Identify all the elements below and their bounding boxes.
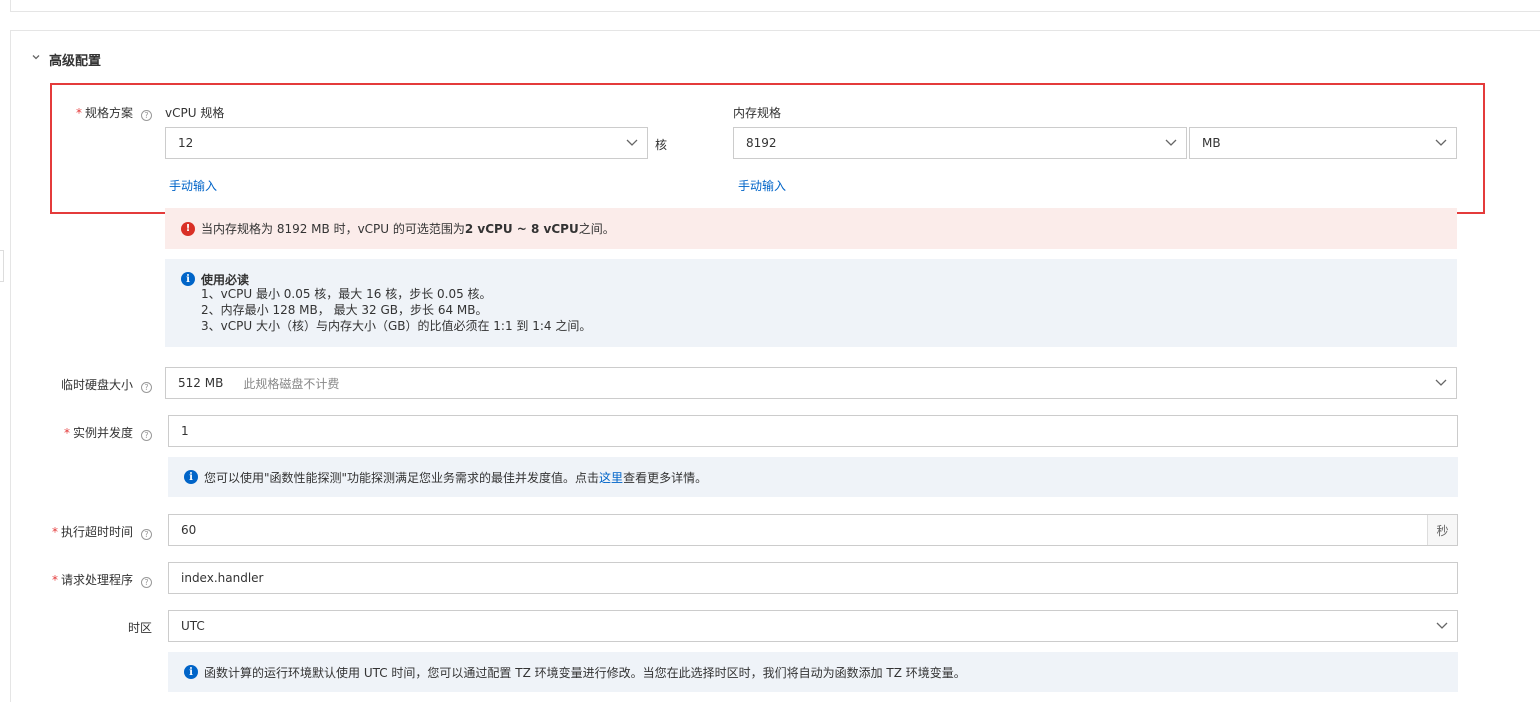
vcpu-manual-input-link[interactable]: 手动输入 (169, 177, 217, 194)
notice-line: 1、vCPU 最小 0.05 核，最大 16 核，步长 0.05 核。 (201, 287, 492, 301)
chevron-down-icon[interactable] (31, 52, 41, 65)
concurrency-here-link[interactable]: 这里 (599, 469, 623, 486)
timezone-label: 时区 (127, 621, 152, 635)
error-range: 2 vCPU ~ 8 vCPU (464, 221, 579, 236)
error-prefix: 当内存规格为 8192 MB 时，vCPU 的可选范围为 (201, 222, 465, 236)
concurrency-input[interactable]: 1 (168, 415, 1458, 447)
timezone-select[interactable]: UTC (168, 610, 1458, 642)
question-circle-icon[interactable]: ? (141, 382, 152, 393)
timeout-input[interactable]: 60 秒 (168, 514, 1458, 546)
timezone-value: UTC (181, 619, 205, 633)
timeout-value: 60 (181, 523, 197, 537)
disk-hint: 此规格磁盘不计费 (243, 376, 340, 391)
concurrency-label-row: * 实例并发度? (40, 424, 152, 441)
required-mark: * (63, 426, 70, 440)
previous-section-card (10, 0, 1540, 12)
timeout-label: 执行超时时间 (60, 525, 133, 539)
handler-label: 请求处理程序 (60, 573, 133, 587)
notice-line: 3、vCPU 大小（核）与内存大小（GB）的比值必须在 1:1 到 1:4 之间… (201, 319, 592, 333)
question-circle-icon[interactable]: ? (141, 529, 152, 540)
question-circle-icon[interactable]: ? (141, 110, 152, 121)
spec-error-alert: ! 当内存规格为 8192 MB 时，vCPU 的可选范围为 2 vCPU ~ … (165, 208, 1457, 249)
notice-line: 2、内存最小 128 MB， 最大 32 GB，步长 64 MB。 (201, 303, 488, 317)
required-mark: * (51, 525, 58, 539)
chevron-down-icon (626, 139, 638, 146)
chevron-down-icon (1165, 139, 1177, 146)
vcpu-select[interactable]: 12 (165, 127, 648, 159)
memory-label: 内存规格 (733, 106, 782, 120)
handler-label-row: * 请求处理程序? (40, 571, 152, 588)
vcpu-value: 12 (178, 136, 194, 150)
question-circle-icon[interactable]: ? (141, 430, 152, 441)
memory-unit-value: MB (1202, 136, 1221, 150)
concurrency-value: 1 (181, 424, 189, 438)
notice-title: 使用必读 (201, 272, 250, 287)
spec-label-row: * 规格方案? (60, 104, 152, 121)
handler-value: index.handler (181, 571, 264, 585)
concurrency-info-suffix: 查看更多详情。 (623, 470, 708, 485)
required-mark: * (51, 573, 58, 587)
chevron-down-icon (1435, 139, 1447, 146)
timeout-label-row: * 执行超时时间? (40, 523, 152, 540)
concurrency-label: 实例并发度 (72, 426, 133, 440)
disk-label-row: 临时硬盘大小? (40, 376, 152, 393)
advanced-config-header[interactable]: 高级配置 (11, 31, 1540, 87)
disk-select[interactable]: 512 MB 此规格磁盘不计费 (165, 367, 1457, 399)
usage-notice: i 使用必读 1、vCPU 最小 0.05 核，最大 16 核，步长 0.05 … (165, 259, 1457, 347)
timezone-info-text: 函数计算的运行环境默认使用 UTC 时间，您可以通过配置 TZ 环境变量进行修改… (204, 665, 966, 680)
spec-label: 规格方案 (84, 106, 133, 120)
section-title: 高级配置 (49, 53, 102, 69)
error-suffix: 之间。 (578, 222, 615, 236)
memory-unit-select[interactable]: MB (1189, 127, 1457, 159)
side-scroll-handle[interactable] (0, 250, 4, 282)
question-circle-icon[interactable]: ? (141, 577, 152, 588)
timezone-label-row: 时区 (40, 619, 152, 636)
chevron-down-icon (1436, 622, 1448, 629)
timeout-unit: 秒 (1427, 515, 1457, 545)
memory-value: 8192 (746, 136, 777, 150)
notice-title-row: i 使用必读 (181, 272, 1457, 287)
info-circle-icon: i (181, 272, 195, 286)
timezone-info: i 函数计算的运行环境默认使用 UTC 时间，您可以通过配置 TZ 环境变量进行… (168, 652, 1458, 692)
concurrency-info: i 您可以使用"函数性能探测"功能探测满足您业务需求的最佳并发度值。点击 这里 查看… (168, 457, 1458, 497)
memory-select[interactable]: 8192 (733, 127, 1187, 159)
disk-label: 临时硬盘大小 (60, 378, 133, 392)
vcpu-unit: 核 (655, 138, 668, 152)
handler-input[interactable]: index.handler (168, 562, 1458, 594)
vcpu-label: vCPU 规格 (165, 106, 225, 120)
disk-value: 512 MB (178, 376, 224, 390)
concurrency-info-prefix: 您可以使用"函数性能探测"功能探测满足您业务需求的最佳并发度值。点击 (204, 470, 600, 485)
info-circle-icon: i (184, 470, 198, 484)
memory-manual-input-link[interactable]: 手动输入 (738, 177, 786, 194)
required-mark: * (75, 106, 82, 120)
info-circle-icon: i (184, 665, 198, 679)
exclamation-circle-icon: ! (181, 221, 195, 236)
chevron-down-icon (1435, 379, 1447, 386)
